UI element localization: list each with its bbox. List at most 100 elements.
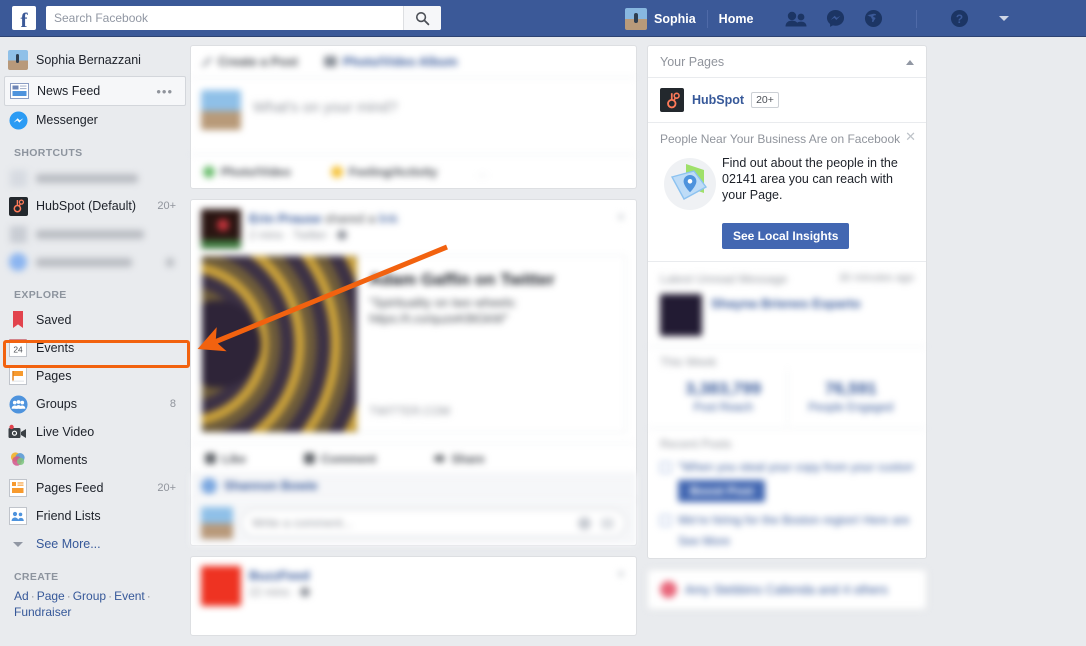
sidebar-item-saved[interactable]: Saved [0, 306, 190, 334]
composer-tabs: Create a Post Photo/Video Album [191, 46, 636, 78]
recent-post-item[interactable]: "When you steal your copy from your cust… [660, 460, 914, 474]
like-button[interactable]: Like [205, 452, 246, 466]
recent-post-text: "When you steal your copy from your cust… [678, 460, 914, 474]
composer-tab-create-post[interactable]: Create a Post [201, 55, 298, 69]
avatar[interactable] [625, 7, 647, 30]
sidebar-item-messenger[interactable]: Messenger [0, 106, 190, 134]
create-link-event[interactable]: Event [114, 589, 145, 603]
comment-input[interactable]: Write a comment... [241, 509, 626, 537]
create-link-ad[interactable]: Ad [14, 589, 29, 603]
this-week-title: This Week [660, 355, 717, 369]
sidebar-shortcut-item[interactable] [0, 164, 190, 192]
sidebar-item-profile[interactable]: Sophia Bernazzani [0, 46, 190, 74]
comment-placeholder: Write a comment... [252, 516, 353, 530]
post-author[interactable]: Erin Prause [249, 211, 321, 226]
promo-body-text: Find out about the people in the 02141 a… [722, 156, 898, 202]
post-link-preview[interactable]: Adam Gaffin on Twitter "Spirituality on … [201, 255, 626, 433]
post-target[interactable]: link [379, 211, 399, 226]
sidebar-item-pages[interactable]: Pages [0, 362, 190, 390]
search-button[interactable] [403, 6, 441, 30]
create-link-page[interactable]: Page [37, 589, 65, 603]
user-avatar [8, 50, 28, 70]
sidebar-item-moments[interactable]: Moments [0, 446, 190, 474]
create-link-group[interactable]: Group [73, 589, 106, 603]
sidebar-item-live-video[interactable]: Live Video [0, 418, 190, 446]
composer-tab-album[interactable]: Photo/Video Album [323, 55, 458, 69]
post-link-description: "Spirituality on two wheels: https://t.c… [369, 296, 518, 326]
create-separator: · [30, 589, 35, 603]
post-menu-icon[interactable]: ▾ [618, 567, 624, 581]
search-bar[interactable] [46, 6, 441, 30]
profile-link[interactable]: Sophia [654, 12, 696, 26]
post-source: Twitter [292, 230, 327, 242]
your-pages-item-hubspot[interactable]: HubSpot 20+ [648, 78, 926, 123]
comment-label: Comment [321, 451, 377, 466]
notifications-globe-icon[interactable] [864, 9, 883, 28]
sidebar-shortcut-item[interactable] [0, 248, 190, 276]
camera-icon[interactable] [601, 517, 614, 529]
home-link[interactable]: Home [719, 12, 754, 26]
comment-icon [304, 453, 316, 464]
avatar[interactable] [201, 566, 241, 606]
nav-divider [706, 9, 708, 28]
facebook-logo-icon[interactable]: f [12, 6, 36, 31]
composer-option-feeling[interactable]: Feeling/Activity [330, 165, 437, 179]
coin-photo [202, 256, 357, 432]
account-menu-caret-icon[interactable] [999, 16, 1010, 21]
sidebar-shortcut-hubspot[interactable]: HubSpot (Default) 20+ [0, 192, 190, 220]
sidebar-shortcuts-heading: SHORTCUTS [14, 147, 83, 159]
help-icon[interactable]: ? [950, 9, 969, 28]
composer-placeholder[interactable]: What's on your mind? [253, 90, 398, 154]
see-local-insights-button[interactable]: See Local Insights [722, 223, 850, 249]
sidebar-item-friend-lists[interactable]: Friend Lists [0, 502, 190, 530]
messenger-icon [8, 110, 28, 130]
comment-button[interactable]: Comment [304, 452, 376, 466]
shortcut-icon [8, 224, 28, 244]
sidebar-item-see-more[interactable]: See More... [0, 530, 190, 558]
commenter-name[interactable]: Shannon Bowie [224, 479, 318, 493]
post-author[interactable]: BuzzFeed [249, 568, 310, 583]
top-navigation-bar: f Sophia Home [0, 0, 1086, 37]
sidebar-item-events[interactable]: 24 Events [0, 334, 190, 362]
share-button[interactable]: Share [434, 452, 485, 466]
create-link-fundraiser[interactable]: Fundraiser [14, 605, 71, 619]
avatar[interactable] [201, 209, 241, 249]
sidebar-moments-label: Moments [36, 453, 88, 467]
news-feed-icon [9, 81, 29, 101]
latest-message-sender: Shayna Brienes Esparto [711, 296, 861, 311]
post-menu-icon[interactable]: ▾ [618, 210, 624, 224]
sidebar-shortcut-item[interactable] [0, 220, 190, 248]
post-link-title: Adam Gaffin on Twitter [369, 270, 555, 289]
post-header: BuzzFeed 22 mins · ▾ [191, 557, 636, 612]
more-options-icon[interactable]: ••• [156, 84, 173, 99]
sidebar-item-pages-feed[interactable]: Pages Feed 20+ [0, 474, 190, 502]
feeling-icon [330, 165, 343, 178]
create-separator: · [108, 589, 113, 603]
avatar [660, 581, 677, 598]
search-input[interactable] [46, 7, 403, 29]
sidebar-shortcut-badge [166, 257, 174, 267]
boost-post-button[interactable]: Boost Post [678, 480, 766, 502]
composer-option-photo-video[interactable]: Photo/Video [203, 165, 291, 179]
caret-up-icon[interactable] [906, 59, 914, 65]
latest-unread-message[interactable]: Latest Unread Message 30 minutes ago Sha… [648, 262, 926, 347]
bottom-card-text: Amy Stebbins Calienda and 4 others [685, 582, 888, 597]
recent-post-item[interactable]: We're hiring for the Boston region! Here… [660, 513, 914, 527]
sidebar-groups-badge: 8 [169, 398, 176, 410]
emoji-icon[interactable] [578, 516, 591, 530]
nav-icon-group: ? [785, 9, 1010, 28]
sidebar-see-more-label: See More... [36, 537, 101, 551]
friend-requests-icon[interactable] [785, 11, 807, 27]
sidebar-item-news-feed[interactable]: News Feed ••• [4, 76, 186, 106]
bottom-notification-card[interactable]: Amy Stebbins Calienda and 4 others [647, 569, 927, 610]
composer-option-more[interactable]: ... [477, 165, 487, 179]
composer-body: What's on your mind? [191, 78, 636, 154]
messenger-icon[interactable] [826, 9, 845, 28]
sidebar-item-groups[interactable]: Groups 8 [0, 390, 190, 418]
close-icon[interactable]: ✕ [905, 130, 916, 143]
sidebar-profile-label: Sophia Bernazzani [36, 53, 141, 67]
sidebar-pages-feed-badge: 20+ [157, 482, 176, 494]
recent-posts-see-more[interactable]: See More [660, 534, 914, 548]
sidebar-pages-label: Pages [36, 369, 72, 383]
sidebar-saved-label: Saved [36, 313, 72, 327]
